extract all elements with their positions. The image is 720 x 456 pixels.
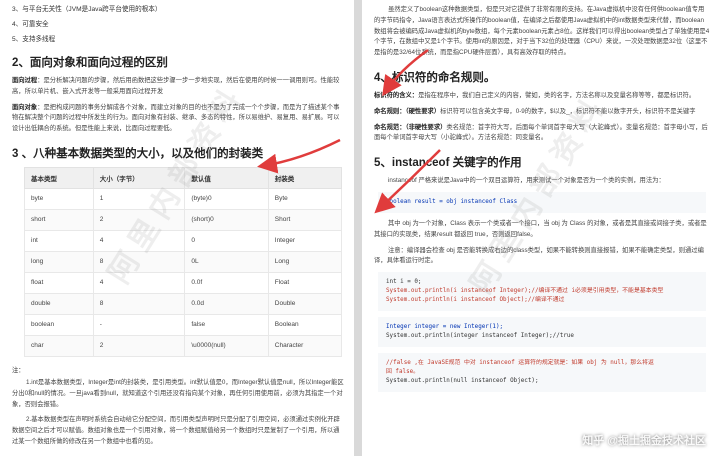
table-header-cell: 默认值 [184, 166, 269, 189]
table-cell: 2 [92, 208, 186, 231]
table-cell: 2 [92, 334, 186, 357]
table-cell: Float [267, 271, 343, 294]
table-cell: 0.0f [184, 271, 269, 294]
table-cell: (short)0 [184, 208, 269, 231]
object-text: ：是把构成问题的事务分解成各个对象，而建立对象的目的也不是为了完成一个个步骤，而… [12, 103, 340, 133]
table-cell: 4 [92, 271, 186, 294]
identifier-meaning-text: 是指在程序中，我们自己定义的内容，譬如，类的名字，方法名称以及变量名称等等，都是… [418, 91, 696, 99]
code-block-null: //false ,在 JavaSE规范 中对 instanceof 运算符的规定… [378, 353, 706, 393]
right-page: 虽然定义了boolean这种数据类型，但是只对它提供了非常有限的支持。在Java… [362, 0, 720, 456]
code-line: System.out.println(i instanceof Object);… [386, 297, 565, 304]
table-row: double 8 0.0d Double [24, 292, 343, 315]
table-cell: 0 [184, 229, 269, 252]
table-cell: int [24, 229, 94, 252]
section-5-title: 5、instanceof 关键字的作用 [374, 157, 522, 170]
table-cell: float [24, 271, 94, 294]
table-row: int 4 0 Integer [24, 229, 343, 252]
table-cell: char [24, 334, 94, 357]
bottom-watermark: 知乎 @掘土掘金技术社区 [582, 435, 706, 447]
left-page: 3、与平台无关性（JVM是Java跨平台使用的根本） 4、可靠安全 5、支持多线… [0, 0, 354, 456]
naming-rule-hard-label: 命名规则：（硬性要求） [374, 107, 441, 115]
table-cell: short [24, 208, 94, 231]
table-cell: Integer [267, 229, 343, 252]
table-cell: 0.0d [184, 292, 269, 315]
oop-object-paragraph: 面向对象：是把构成问题的事务分解成各个对象，而建立对象的目的也不是为了完成一个个… [12, 103, 344, 135]
table-cell: Double [267, 292, 343, 315]
oop-procedure-paragraph: 面向过程：是分析解决问题的步骤，然后用函数把这些步骤一步一步地实现，然后在使用的… [12, 76, 344, 98]
table-cell: Boolean [267, 313, 343, 336]
table-cell: Character [267, 334, 343, 357]
identifier-meaning-label: 标识符的含义： [374, 91, 419, 99]
intro-line-3: 5、支持多线程 [12, 36, 56, 43]
table-row: long 8 0L Long [24, 250, 343, 273]
section-4-title: 4、标识符的命名规则。 [374, 71, 496, 84]
table-cell: 0L [184, 250, 269, 273]
table-cell: 8 [92, 250, 186, 273]
naming-rule-hard-text: 标识符可以包含英文字母，0-9的数字，$以及_，标识符不能以数字开头，标识符不是… [440, 107, 696, 115]
section-2-title: 2、面向对象和面向过程的区别 [12, 57, 168, 69]
code-line: System.out.println(null instanceof Objec… [386, 378, 539, 385]
table-header-cell: 基本类型 [24, 166, 94, 189]
procedure-label: 面向过程 [12, 77, 38, 84]
boolean-paragraph: 虽然定义了boolean这种数据类型，但是只对它提供了非常有限的支持。在Java… [374, 6, 710, 57]
code-line: System.out.println(i instanceof Integer)… [386, 288, 664, 295]
code-line: 回 false。 [386, 369, 420, 376]
table-cell: (byte)0 [184, 187, 269, 210]
naming-rule-hard: 命名规则：（硬性要求）标识符可以包含英文字母，0-9的数字，$以及_，标识符不能… [374, 107, 710, 118]
table-cell: Short [267, 208, 343, 231]
table-cell: 8 [92, 292, 186, 315]
table-cell: boolean [24, 313, 94, 336]
table-cell: Long [267, 250, 343, 273]
note-1: 1.int是基本数据类型，Integer是int的封装类，是引用类型。int默认… [12, 378, 344, 408]
object-label: 面向对象 [12, 103, 38, 111]
naming-rule-soft: 命名规范：（非硬性要求）类名规范：首字符大写，后面每个单词首字母大写（大驼峰式）… [374, 123, 710, 145]
code-block-integer: Integer integer = new Integer(1); System… [378, 317, 706, 348]
table-cell: 4 [92, 229, 186, 252]
code-line: int i = 0; [386, 279, 422, 286]
table-header-cell: 封装类 [267, 166, 343, 189]
table-row: boolean - false Boolean [24, 313, 343, 336]
table-cell: 1 [92, 187, 186, 210]
table-row: short 2 (short)0 Short [24, 208, 343, 231]
code-usage-line: boolean result = obj instanceof Class [386, 198, 518, 205]
table-header-row: 基本类型 大小（字节） 默认值 封装类 [24, 166, 343, 189]
table-cell: false [184, 313, 269, 336]
intro-line-2: 4、可靠安全 [12, 21, 49, 28]
table-row: byte 1 (byte)0 Byte [24, 187, 343, 210]
code-line: System.out.println(integer instanceof In… [386, 333, 574, 340]
table-cell: byte [24, 187, 94, 210]
intro-line-1: 3、与平台无关性（JVM是Java跨平台使用的根本） [12, 6, 162, 13]
procedure-text: ：是分析解决问题的步骤，然后用函数把这些步骤一步一步地实现，然后在使用的时候一一… [12, 77, 340, 95]
table-cell: Byte [267, 187, 343, 210]
code-line: //false ,在 JavaSE规范 中对 instanceof 运算符的规定… [386, 360, 654, 367]
instanceof-explain-1: 其中 obj 为一个对象，Class 表示一个类或者一个接口，当 obj 为 C… [374, 219, 707, 238]
section-3-title: 3 、八种基本数据类型的大小，以及他们的封装类 [12, 147, 264, 160]
table-cell: long [24, 250, 94, 273]
table-cell: \u0000(null) [184, 334, 269, 357]
note-label: 注： [12, 366, 25, 374]
table-row: float 4 0.0f Float [24, 271, 343, 294]
table-row: char 2 \u0000(null) Character [24, 334, 343, 357]
identifier-meaning: 标识符的含义：是指在程序中，我们自己定义的内容，譬如，类的名字，方法名称以及变量… [374, 91, 710, 102]
table-cell: - [92, 313, 186, 336]
instanceof-explain-2: 注意：编译器会检查 obj 是否能转换成右边的class类型，如果不能转换则直接… [374, 246, 704, 265]
instanceof-paragraph: instanceof 严格来说是Java中的一个双目运算符，用来测试一个对象是否… [388, 177, 665, 185]
table-header-cell: 大小（字节） [92, 166, 186, 189]
primitive-types-table: 基本类型 大小（字节） 默认值 封装类 byte 1 (byte)0 Byte shor… [24, 166, 343, 357]
table-cell: double [24, 292, 94, 315]
code-line: Integer integer = new Integer(1); [386, 324, 504, 331]
naming-rule-soft-label: 命名规范：（非硬性要求） [374, 123, 447, 131]
note-2: 2.基本数据类型在声明时系统会自动给它分配空间，而引用类型声明时只是分配了引用空… [12, 416, 340, 445]
code-block-primitive: int i = 0; System.out.println(i instance… [378, 272, 706, 312]
code-block-usage: boolean result = obj instanceof Class [378, 191, 706, 213]
